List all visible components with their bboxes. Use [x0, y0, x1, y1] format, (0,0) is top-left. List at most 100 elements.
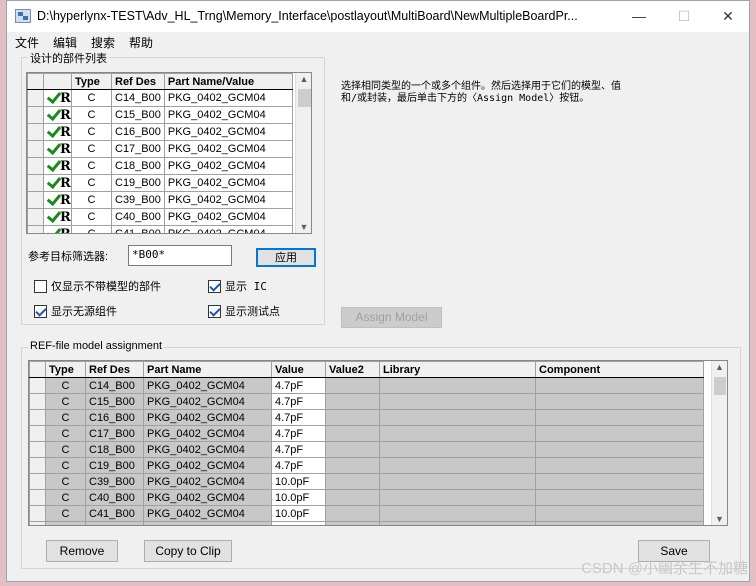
parts-row[interactable]: R C C40_B00 PKG_0402_GCM04 — [27, 208, 293, 226]
scroll-thumb[interactable] — [298, 89, 311, 107]
menu-file[interactable]: 文件 — [15, 34, 39, 51]
cell-value[interactable]: 10.0pF — [271, 521, 326, 525]
cell-library[interactable] — [379, 393, 536, 410]
parts-list-grid[interactable]: Type Ref Des Part Name/Value R C C14_B00 PK… — [26, 72, 312, 234]
menu-edit[interactable]: 编辑 — [53, 34, 77, 51]
scroll-up-icon[interactable]: ▲ — [712, 362, 727, 372]
filter-input[interactable]: *B00* — [128, 245, 232, 266]
row-header[interactable] — [29, 457, 46, 474]
cell-value2[interactable] — [325, 473, 380, 490]
cell-library[interactable] — [379, 473, 536, 490]
cell-value[interactable]: 10.0pF — [271, 505, 326, 522]
ref-row[interactable]: C C41_B00 PKG_0402_GCM04 10.0pF — [29, 505, 704, 522]
col-value[interactable]: Value — [271, 361, 326, 378]
cell-value2[interactable] — [325, 409, 380, 426]
cell-value2[interactable] — [325, 489, 380, 506]
apply-button[interactable]: 应用 — [256, 248, 316, 267]
cell-value[interactable]: 4.7pF — [271, 377, 326, 394]
minimize-button[interactable]: — — [624, 5, 654, 27]
ref-row[interactable]: C C17_B00 PKG_0402_GCM04 4.7pF — [29, 425, 704, 442]
chk-passive[interactable]: 显示无源组件 — [34, 303, 117, 319]
chk-no-model[interactable]: 仅显示不带模型的部件 — [34, 278, 161, 294]
cell-value[interactable]: 4.7pF — [271, 393, 326, 410]
row-header[interactable] — [29, 505, 46, 522]
ref-file-grid[interactable]: Type Ref Des Part Name Value Value2 Libr… — [28, 360, 728, 526]
close-button[interactable]: ✕ — [713, 5, 743, 27]
cell-library[interactable] — [379, 377, 536, 394]
ref-row[interactable]: C C14_B00 PKG_0402_GCM04 4.7pF — [29, 377, 704, 394]
cell-value2[interactable] — [325, 425, 380, 442]
checkbox-checked-icon[interactable] — [208, 304, 221, 318]
ref-row[interactable]: C C19_B00 PKG_0402_GCM04 4.7pF — [29, 457, 704, 474]
col-partname[interactable]: Part Name — [143, 361, 272, 378]
cell-value2[interactable] — [325, 457, 380, 474]
cell-component[interactable] — [535, 457, 704, 474]
checkbox-checked-icon[interactable] — [208, 279, 221, 293]
parts-row[interactable]: R C C14_B00 PKG_0402_GCM04 — [27, 89, 293, 107]
cell-library[interactable] — [379, 521, 536, 525]
parts-scrollbar[interactable]: ▲ ▼ — [295, 73, 311, 233]
row-header[interactable] — [29, 441, 46, 458]
ref-row[interactable]: C C15_B00 PKG_0402_GCM04 4.7pF — [29, 393, 704, 410]
cell-value2[interactable] — [325, 393, 380, 410]
row-header[interactable] — [27, 123, 44, 141]
col-component[interactable]: Component — [535, 361, 704, 378]
parts-row[interactable]: R C C16_B00 PKG_0402_GCM04 — [27, 123, 293, 141]
cell-value2[interactable] — [325, 441, 380, 458]
row-header[interactable] — [27, 208, 44, 226]
cell-library[interactable] — [379, 441, 536, 458]
row-header[interactable] — [29, 377, 46, 394]
copy-to-clip-button[interactable]: Copy to Clip — [144, 540, 232, 562]
checkbox-checked-icon[interactable] — [34, 304, 47, 318]
cell-component[interactable] — [535, 521, 704, 525]
row-header[interactable] — [27, 140, 44, 158]
cell-library[interactable] — [379, 409, 536, 426]
cell-component[interactable] — [535, 473, 704, 490]
cell-value2[interactable] — [325, 521, 380, 525]
parts-row[interactable]: R C C18_B00 PKG_0402_GCM04 — [27, 157, 293, 175]
cell-component[interactable] — [535, 377, 704, 394]
scroll-thumb[interactable] — [714, 377, 726, 395]
cell-value[interactable]: 4.7pF — [271, 457, 326, 474]
cell-component[interactable] — [535, 425, 704, 442]
cell-component[interactable] — [535, 393, 704, 410]
row-header[interactable] — [29, 521, 46, 525]
row-header[interactable] — [27, 106, 44, 124]
scroll-down-icon[interactable]: ▼ — [296, 222, 311, 232]
cell-library[interactable] — [379, 505, 536, 522]
row-header[interactable] — [29, 425, 46, 442]
ref-row[interactable]: C C18_B00 PKG_0402_GCM04 4.7pF — [29, 441, 704, 458]
assign-model-button[interactable]: Assign Model — [341, 307, 442, 328]
cell-component[interactable] — [535, 441, 704, 458]
cell-value[interactable]: 10.0pF — [271, 473, 326, 490]
cell-component[interactable] — [535, 489, 704, 506]
ref-row[interactable]: CC42_B00PKG_0402_GCM0410.0pF — [29, 521, 704, 525]
maximize-button[interactable]: ☐ — [669, 5, 699, 27]
cell-library[interactable] — [379, 489, 536, 506]
remove-button[interactable]: Remove — [46, 540, 118, 562]
parts-row[interactable]: R C C41_B00 PKG_0402_GCM04 — [27, 225, 293, 233]
col-value2[interactable]: Value2 — [325, 361, 380, 378]
chk-testpoint[interactable]: 显示测试点 — [208, 303, 280, 319]
col-type[interactable]: Type — [45, 361, 86, 378]
cell-library[interactable] — [379, 457, 536, 474]
cell-component[interactable] — [535, 409, 704, 426]
cell-value[interactable]: 10.0pF — [271, 489, 326, 506]
parts-row[interactable]: R C C15_B00 PKG_0402_GCM04 — [27, 106, 293, 124]
scroll-down-icon[interactable]: ▼ — [712, 514, 727, 524]
ref-row[interactable]: C C16_B00 PKG_0402_GCM04 4.7pF — [29, 409, 704, 426]
row-header[interactable] — [29, 473, 46, 490]
scroll-up-icon[interactable]: ▲ — [296, 74, 311, 84]
checkbox-unchecked-icon[interactable] — [34, 279, 47, 293]
ref-row[interactable]: C C39_B00 PKG_0402_GCM04 10.0pF — [29, 473, 704, 490]
parts-row[interactable]: R C C39_B00 PKG_0402_GCM04 — [27, 191, 293, 209]
cell-value[interactable]: 4.7pF — [271, 425, 326, 442]
cell-value2[interactable] — [325, 377, 380, 394]
col-type[interactable]: Type — [71, 73, 112, 90]
cell-library[interactable] — [379, 425, 536, 442]
row-header[interactable] — [27, 191, 44, 209]
ref-scrollbar[interactable]: ▲ ▼ — [711, 361, 727, 525]
ref-row[interactable]: C C40_B00 PKG_0402_GCM04 10.0pF — [29, 489, 704, 506]
col-partname[interactable]: Part Name/Value — [163, 73, 293, 90]
col-library[interactable]: Library — [379, 361, 536, 378]
